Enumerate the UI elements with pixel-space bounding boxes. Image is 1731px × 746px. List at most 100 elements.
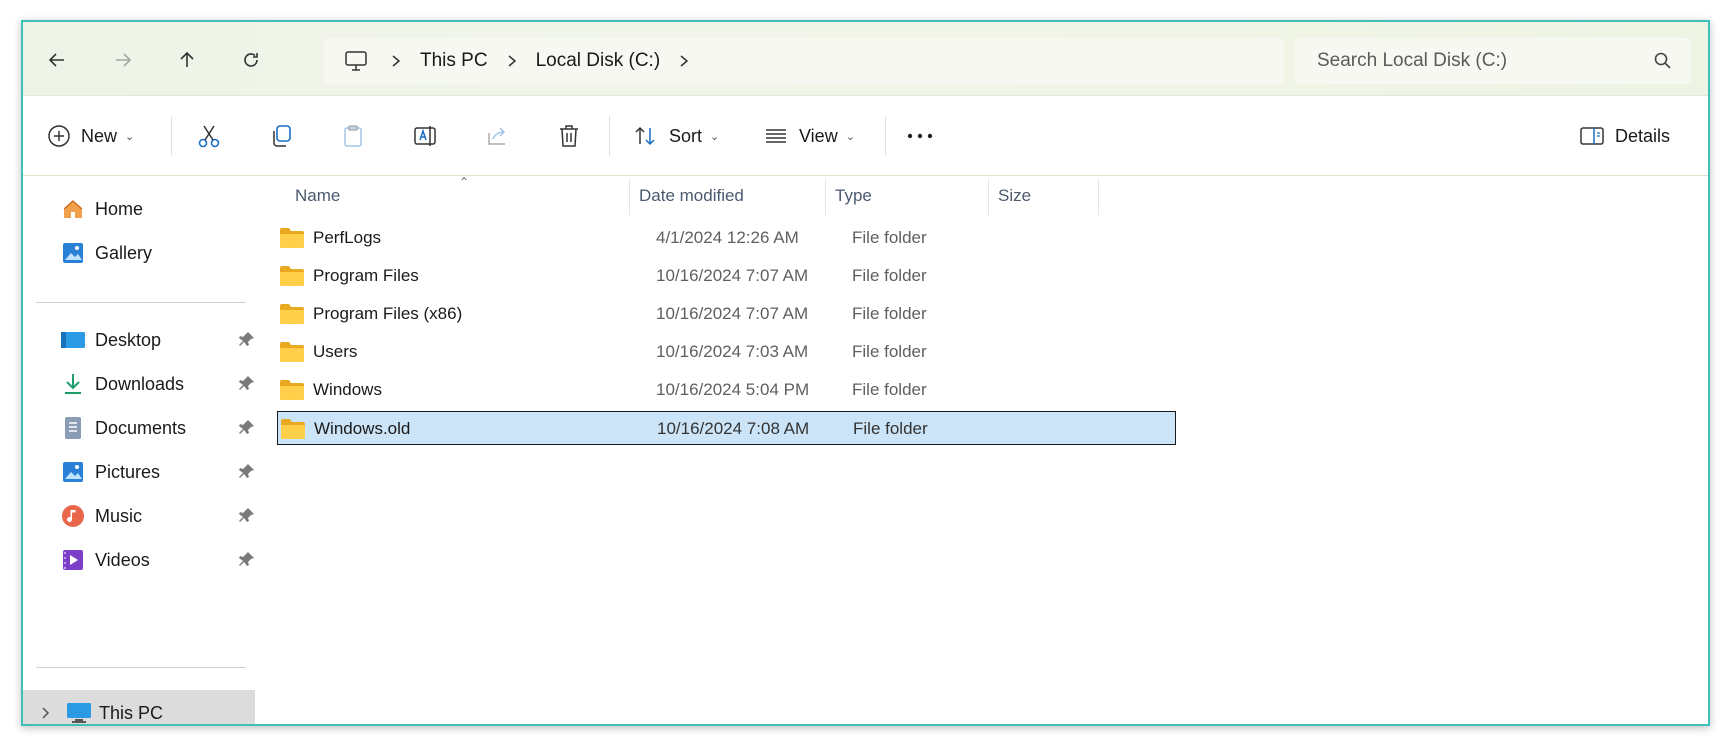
folder-icon xyxy=(279,265,305,287)
chevron-down-icon: ⌄ xyxy=(710,130,720,143)
search-icon[interactable] xyxy=(1653,51,1673,76)
column-header-size[interactable]: Size xyxy=(988,177,1098,215)
more-dots-icon xyxy=(907,133,933,139)
file-date: 10/16/2024 7:07 AM xyxy=(656,304,809,323)
chevron-right-icon[interactable] xyxy=(376,54,416,68)
file-name: Users xyxy=(313,342,358,361)
file-row[interactable]: Windows 10/16/2024 5:04 PM File folder xyxy=(277,373,1176,407)
pin-icon[interactable] xyxy=(239,331,255,352)
toolbar-divider xyxy=(609,116,610,156)
sidebar-item-label: This PC xyxy=(99,702,164,723)
file-date: 10/16/2024 7:07 AM xyxy=(656,266,809,285)
scissors-icon xyxy=(187,114,231,158)
toolbar-divider xyxy=(171,116,172,156)
folder-icon xyxy=(279,227,305,249)
sidebar-divider xyxy=(36,302,246,303)
file-type: File folder xyxy=(852,380,927,399)
file-name-cell[interactable]: PerfLogs xyxy=(279,221,381,255)
paste-button[interactable] xyxy=(331,114,375,158)
column-header-type[interactable]: Type xyxy=(825,177,988,215)
chevron-down-icon: ⌄ xyxy=(845,130,855,143)
file-name-cell[interactable]: Windows.old xyxy=(280,412,410,446)
pin-icon[interactable] xyxy=(239,507,255,528)
file-explorer-window: This PC Local Disk (C:) New ⌄ xyxy=(21,20,1710,726)
back-button[interactable] xyxy=(39,42,75,78)
up-button[interactable] xyxy=(169,42,205,78)
new-label: New xyxy=(81,125,118,146)
copy-icon xyxy=(259,114,303,158)
folder-icon xyxy=(279,379,305,401)
search-input[interactable] xyxy=(1317,50,1637,72)
file-date: 10/16/2024 7:08 AM xyxy=(657,419,810,438)
details-label: Details xyxy=(1615,125,1671,146)
column-header-date[interactable]: Date modified xyxy=(629,177,824,215)
file-row[interactable]: PerfLogs 4/1/2024 12:26 AM File folder xyxy=(277,221,1176,255)
file-type: File folder xyxy=(853,419,928,438)
breadcrumb-local-disk[interactable]: Local Disk (C:) xyxy=(532,50,665,72)
forward-button[interactable] xyxy=(105,42,141,78)
file-name-cell[interactable]: Program Files xyxy=(279,259,419,293)
sidebar-item-label: Pictures xyxy=(95,461,161,482)
file-row[interactable]: Users 10/16/2024 7:03 AM File folder xyxy=(277,335,1176,369)
sidebar-item-videos[interactable]: Videos xyxy=(59,541,259,579)
sidebar-item-documents[interactable]: Documents xyxy=(59,409,259,447)
navigation-pane: Home Gallery Desktop Downloads Documents… xyxy=(23,177,259,724)
sidebar-item-label: Gallery xyxy=(95,242,153,263)
file-name: Program Files xyxy=(313,266,419,285)
search-box[interactable] xyxy=(1295,38,1691,84)
pin-icon[interactable] xyxy=(239,375,255,396)
file-row[interactable]: Program Files 10/16/2024 7:07 AM File fold… xyxy=(277,259,1176,293)
chevron-right-icon[interactable] xyxy=(492,54,532,68)
sidebar-item-label: Documents xyxy=(95,417,187,438)
music-icon xyxy=(59,502,87,530)
delete-button[interactable] xyxy=(547,114,591,158)
sidebar-item-label: Music xyxy=(95,505,143,526)
file-row[interactable]: Windows.old 10/16/2024 7:08 AM File folder xyxy=(277,411,1176,445)
sidebar-item-music[interactable]: Music xyxy=(59,497,259,535)
back-arrow-icon xyxy=(48,53,64,67)
cut-button[interactable] xyxy=(187,114,231,158)
pin-icon[interactable] xyxy=(239,463,255,484)
folder-icon xyxy=(279,303,305,325)
share-icon xyxy=(475,114,519,158)
sidebar-item-label: Videos xyxy=(95,549,150,570)
computer-icon[interactable] xyxy=(336,41,376,81)
file-name-cell[interactable]: Windows xyxy=(279,373,382,407)
sort-button[interactable]: Sort ⌄ xyxy=(633,114,719,158)
file-date: 10/16/2024 7:03 AM xyxy=(656,342,809,361)
file-name: PerfLogs xyxy=(313,228,382,247)
file-type: File folder xyxy=(852,304,927,323)
more-options-button[interactable] xyxy=(905,114,935,158)
pin-icon[interactable] xyxy=(239,419,255,440)
downloads-icon xyxy=(59,370,87,398)
sidebar-item-home[interactable]: Home xyxy=(59,190,259,228)
gallery-icon xyxy=(59,239,87,267)
rename-button[interactable] xyxy=(403,114,447,158)
pin-icon[interactable] xyxy=(239,551,255,572)
file-name-cell[interactable]: Program Files (x86) xyxy=(279,297,462,331)
file-name: Windows xyxy=(313,380,382,399)
chevron-right-icon[interactable] xyxy=(664,54,704,68)
sidebar-item-desktop[interactable]: Desktop xyxy=(59,321,259,359)
breadcrumb[interactable]: This PC Local Disk (C:) xyxy=(324,38,1284,84)
plus-circle-icon xyxy=(48,125,70,147)
copy-button[interactable] xyxy=(259,114,303,158)
desktop-icon xyxy=(59,326,87,354)
new-button[interactable]: New ⌄ xyxy=(47,114,134,158)
sidebar-item-pictures[interactable]: Pictures xyxy=(59,453,259,491)
breadcrumb-this-pc[interactable]: This PC xyxy=(416,50,492,72)
sidebar-item-gallery[interactable]: Gallery xyxy=(59,234,259,272)
sidebar-item-this-pc[interactable]: This PC xyxy=(23,690,255,724)
file-name-cell[interactable]: Users xyxy=(279,335,357,369)
column-header-name[interactable]: Name xyxy=(285,177,625,215)
share-button[interactable] xyxy=(475,114,519,158)
file-row[interactable]: Program Files (x86) 10/16/2024 7:07 AM Fil… xyxy=(277,297,1176,331)
chevron-right-icon[interactable] xyxy=(41,706,51,720)
view-button[interactable]: View ⌄ xyxy=(763,114,855,158)
sidebar-item-downloads[interactable]: Downloads xyxy=(59,365,259,403)
column-divider[interactable] xyxy=(1098,179,1099,215)
file-type: File folder xyxy=(852,228,927,247)
videos-icon xyxy=(59,546,87,574)
refresh-button[interactable] xyxy=(233,42,269,78)
details-pane-button[interactable]: Details xyxy=(1579,114,1670,158)
